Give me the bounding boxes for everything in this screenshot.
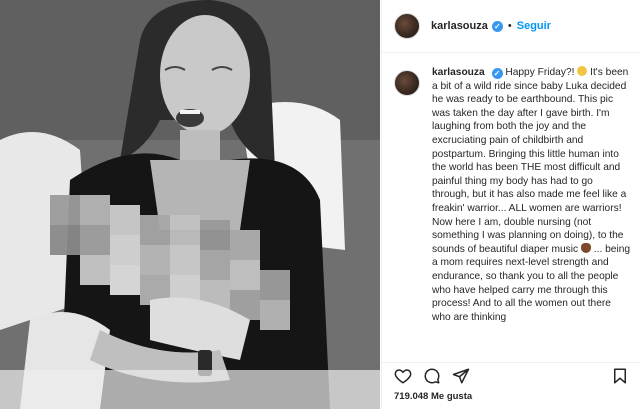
header-username[interactable]: karlasouza [431, 20, 488, 32]
follow-button[interactable]: Seguir [517, 20, 551, 32]
caption-line-2: It's been a bit of a wild ride since bab… [432, 67, 629, 255]
comment-icon[interactable] [423, 367, 441, 385]
action-bar [382, 362, 640, 386]
share-icon[interactable] [452, 367, 470, 385]
heart-icon[interactable] [394, 367, 412, 385]
caption-block: karlasouza ✓ Happy Friday?! It's been a … [394, 66, 634, 355]
poop-emoji-icon [580, 242, 591, 253]
bookmark-icon[interactable] [611, 367, 629, 385]
caption-avatar[interactable] [394, 70, 420, 96]
post-photo[interactable] [0, 0, 380, 409]
post-header: karlasouza ✓ • Seguir [382, 0, 640, 53]
verified-badge-icon: ✓ [491, 68, 503, 79]
separator-dot: • [507, 20, 512, 32]
caption-text: karlasouza ✓ Happy Friday?! It's been a … [432, 66, 632, 355]
post-side-panel: karlasouza ✓ • Seguir karlasouza ✓ Happy… [381, 0, 640, 409]
caption-line-1: Happy Friday?! [505, 67, 575, 78]
photo-illustration [0, 0, 380, 409]
grinning-sweat-emoji-icon [577, 66, 588, 76]
verified-badge-icon: ✓ [491, 20, 503, 32]
likes-count[interactable]: 719.048 Me gusta [394, 391, 472, 402]
caption-line-3: ... being a mom requires next-level stre… [432, 243, 631, 323]
caption-username[interactable]: karlasouza [432, 67, 485, 78]
avatar[interactable] [394, 13, 420, 39]
